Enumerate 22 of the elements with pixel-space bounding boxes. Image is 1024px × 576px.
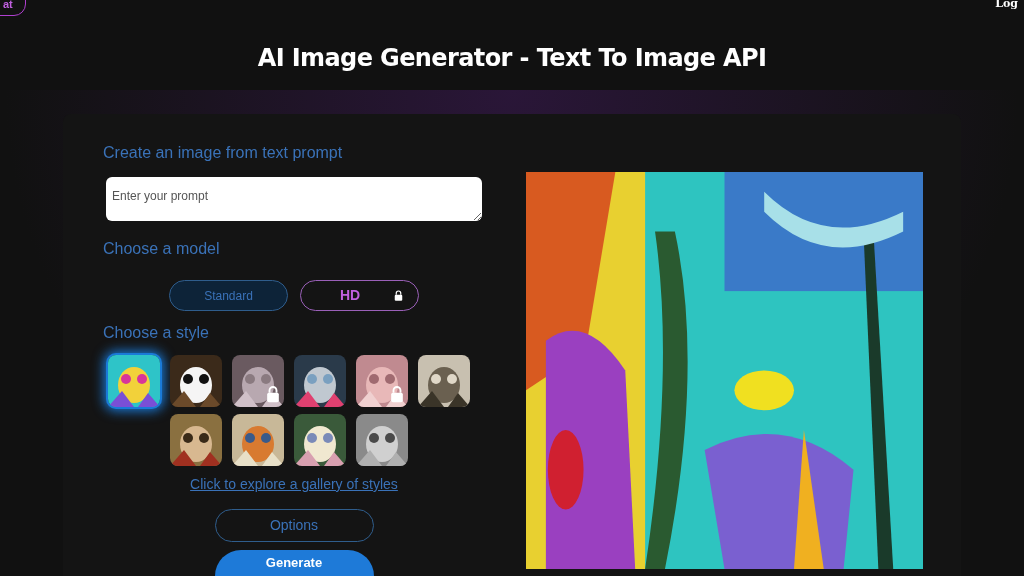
prompt-field[interactable]: Enter your prompt [106,177,482,221]
style-thumbnail[interactable] [294,355,346,407]
style-thumbnail[interactable] [232,414,284,466]
model-option[interactable]: Standard [169,280,288,311]
style-thumbnail[interactable] [418,355,470,407]
lock-icon [266,385,280,403]
page-title: AI Image Generator - Text To Image API [256,43,768,74]
section-heading: Choose a style [103,323,210,343]
style-thumbnail[interactable] [356,414,408,466]
style-thumbnail[interactable] [170,355,222,407]
style-thumbnail[interactable] [170,414,222,466]
section-heading: Create an image from text prompt [103,143,344,163]
style-thumbnail[interactable] [108,355,160,407]
style-thumbnail[interactable] [356,355,408,407]
style-thumbnail[interactable] [232,355,284,407]
lock-icon [394,290,404,301]
lock-icon [390,385,404,403]
generate-button[interactable]: Generate [214,550,374,576]
style-thumbnail[interactable] [294,414,346,466]
gallery-link[interactable]: Click to explore a gallery of styles [190,474,398,495]
section-heading: Choose a model [103,239,221,259]
header-button[interactable]: at [0,0,26,16]
